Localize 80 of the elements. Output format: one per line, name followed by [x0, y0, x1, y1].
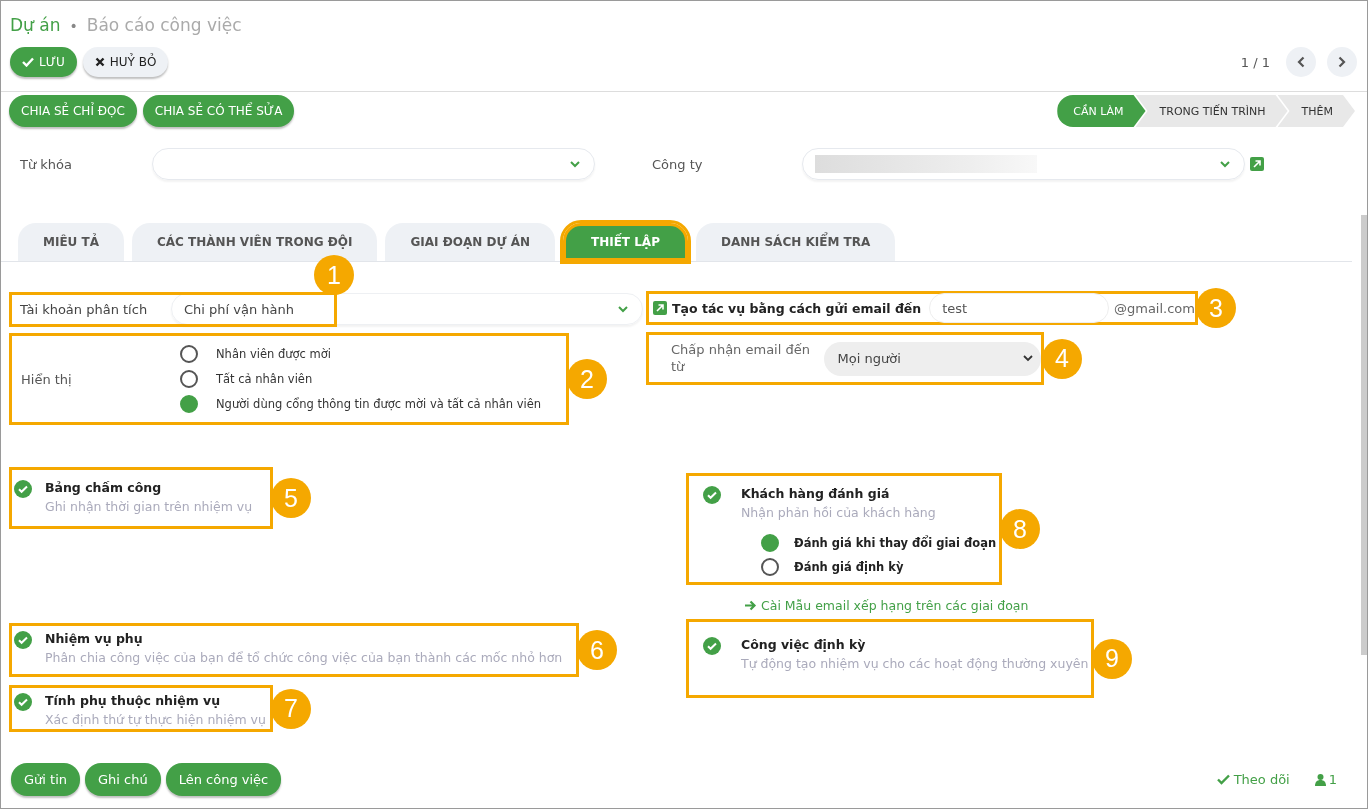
scrollbar[interactable]: [1361, 215, 1367, 655]
save-button[interactable]: LƯU: [10, 47, 77, 77]
status-stage[interactable]: THÊM: [1277, 95, 1355, 127]
check-icon: [1216, 774, 1230, 785]
option-label: Tất cả nhân viên: [216, 372, 313, 386]
checkbox[interactable]: [14, 631, 32, 649]
breadcrumb-separator: •: [69, 18, 78, 34]
callout-badge: 3: [1196, 288, 1236, 328]
page-title: Báo cáo công việc: [86, 15, 242, 35]
close-icon: [94, 57, 105, 67]
checkbox[interactable]: [703, 486, 721, 504]
callout-badge: 9: [1092, 638, 1132, 679]
option-label: Đánh giá khi thay đổi giai đoạn: [794, 536, 997, 550]
breadcrumb-link[interactable]: Dự án: [10, 15, 61, 35]
tab[interactable]: THIẾT LẬP: [562, 223, 688, 261]
person-icon: [1314, 773, 1326, 786]
radio-button[interactable]: [180, 370, 198, 388]
chevron-down-icon: [570, 160, 580, 168]
chatter-button[interactable]: Lên công việc: [165, 763, 282, 796]
setting-description: Phân chia công việc của bạn để tổ chức công việc của bạn thành các mốc nhỏ hơn: [45, 650, 563, 665]
setting-description: Xác định thứ tự thực hiện nhiệm vụ: [45, 712, 266, 727]
external-link-icon[interactable]: [653, 301, 667, 315]
tab[interactable]: DANH SÁCH KIỂM TRA: [695, 223, 896, 261]
chevron-right-icon: [1338, 56, 1346, 68]
option-label: Người dùng cổng thông tin được mời và tất cả nhân viên: [216, 397, 542, 411]
setting-description: Tự động tạo nhiệm vụ cho các hoạt động thường xuyên: [741, 656, 1089, 671]
follow-button[interactable]: Theo dõi: [1216, 772, 1290, 787]
radio-button[interactable]: [180, 395, 198, 413]
callout-badge: 6: [577, 630, 617, 670]
checkbox[interactable]: [703, 637, 721, 655]
field-label: Hiển thị: [20, 371, 73, 387]
check-icon: [22, 57, 34, 67]
status-stage[interactable]: CẦN LÀM: [1057, 95, 1146, 127]
checkbox[interactable]: [14, 480, 32, 498]
callout-badge: 8: [1000, 509, 1040, 549]
setting-description: Ghi nhận thời gian trên nhiệm vụ: [45, 499, 253, 514]
callout-badge: 4: [1042, 338, 1082, 379]
accept-from-select[interactable]: Mọi người: [823, 341, 1041, 376]
field-label: Công ty: [652, 156, 704, 172]
share-button[interactable]: CHIA SẺ CÓ THỂ SỬA: [142, 95, 295, 127]
followers-button[interactable]: 1: [1314, 772, 1337, 787]
option-label: Nhân viên được mời: [216, 347, 331, 361]
setting-title: Nhiệm vụ phụ: [45, 631, 144, 646]
next-button[interactable]: [1327, 47, 1357, 77]
setting-title: Tính phụ thuộc nhiệm vụ: [45, 693, 222, 708]
radio-button[interactable]: [761, 558, 779, 576]
setting-description: Nhận phản hồi của khách hàng: [741, 505, 936, 520]
pager-counter: 1 / 1: [1240, 54, 1270, 70]
callout-badge: 7: [271, 688, 311, 729]
discard-button[interactable]: HUỶ BỎ: [82, 47, 169, 77]
setting-title: Khách hàng đánh giá: [741, 486, 891, 501]
chevron-down-icon: [618, 305, 628, 313]
field-label: Chấp nhận email đến từ: [671, 341, 811, 376]
tab[interactable]: MIÊU TẢ: [18, 223, 124, 261]
chevron-down-icon: [1023, 355, 1033, 362]
status-stage[interactable]: TRONG TIẾN TRÌNH: [1135, 95, 1288, 127]
setting-title: Bảng chấm công: [45, 480, 163, 495]
callout-badge: 5: [271, 478, 311, 518]
field-label: Từ khóa: [19, 156, 73, 172]
tab[interactable]: GIAI ĐOẠN DỰ ÁN: [385, 223, 555, 261]
email-domain: @gmail.com: [1114, 300, 1195, 316]
option-label: Đánh giá định kỳ: [794, 560, 904, 574]
tab[interactable]: CÁC THÀNH VIÊN TRONG ĐỘI: [132, 223, 378, 261]
field-label: Tài khoản phân tích: [19, 301, 149, 317]
external-link-icon[interactable]: [1250, 157, 1264, 171]
share-button[interactable]: CHIA SẺ CHỈ ĐỌC: [9, 95, 137, 127]
chevron-left-icon: [1297, 56, 1305, 68]
radio-button[interactable]: [761, 534, 779, 552]
chatter-button[interactable]: Ghi chú: [85, 763, 161, 796]
arrow-right-icon: [745, 600, 757, 611]
field-label: Tạo tác vụ bằng cách gửi email đến: [672, 300, 922, 316]
checkbox[interactable]: [14, 693, 32, 711]
setting-title: Công việc định kỳ: [741, 637, 867, 652]
callout-badge: 1: [314, 255, 354, 295]
callout-badge: 2: [567, 359, 607, 399]
rating-template-link[interactable]: Cài Mẫu email xếp hạng trên các giai đoạn: [745, 598, 1029, 613]
chatter-button[interactable]: Gửi tin: [11, 763, 80, 796]
chevron-down-icon: [1220, 160, 1230, 168]
previous-button[interactable]: [1286, 47, 1316, 77]
radio-button[interactable]: [180, 345, 198, 363]
